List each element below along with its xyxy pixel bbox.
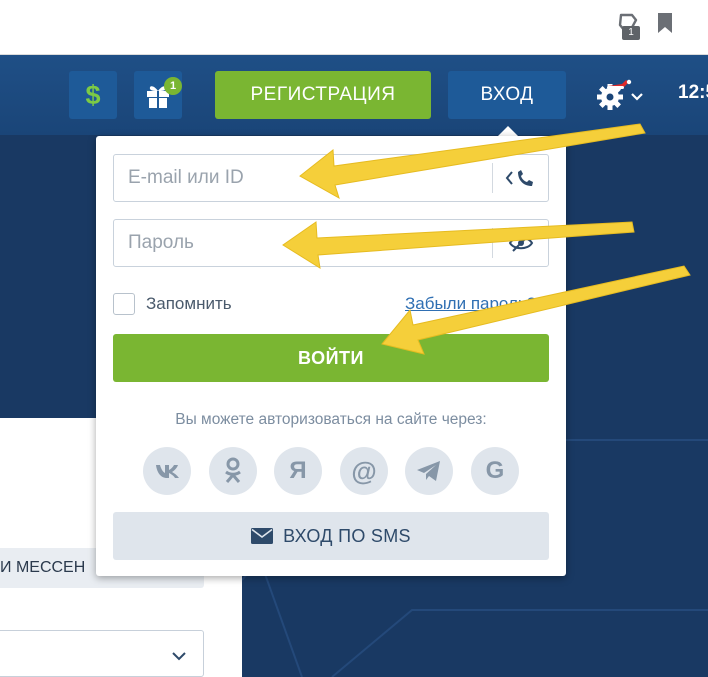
input-divider	[492, 228, 493, 258]
phone-login-toggle-icon[interactable]	[494, 155, 548, 201]
bookmark-icon[interactable]	[656, 12, 674, 34]
password-field[interactable]	[113, 219, 549, 267]
login-button[interactable]: ВХОД	[448, 71, 566, 119]
remember-label: Запомнить	[146, 294, 232, 313]
social-ok-button[interactable]	[209, 447, 257, 495]
social-google-button[interactable]: G	[471, 447, 519, 495]
password-input[interactable]	[114, 220, 490, 266]
mail-at-icon: @	[351, 456, 377, 486]
sms-login-label: ВХОД ПО SMS	[283, 526, 411, 546]
social-telegram-button[interactable]	[405, 447, 453, 495]
sms-login-button[interactable]: ВХОД ПО SMS	[113, 512, 549, 560]
input-divider	[492, 163, 493, 193]
extension-badge: 1	[622, 26, 640, 40]
email-input[interactable]	[114, 155, 490, 201]
odnoklassniki-icon	[225, 457, 241, 483]
social-vk-button[interactable]	[143, 447, 191, 495]
popup-caret	[498, 126, 518, 136]
deposit-button[interactable]: $	[69, 71, 117, 119]
social-yandex-button[interactable]: Я	[274, 447, 322, 495]
gift-badge: 1	[164, 77, 182, 95]
eye-hidden-icon[interactable]	[494, 220, 548, 266]
browser-toolbar	[0, 0, 708, 55]
register-button[interactable]: РЕГИСТРАЦИЯ	[215, 71, 431, 119]
yandex-icon: Я	[289, 457, 307, 484]
telegram-icon	[417, 461, 440, 481]
social-mail-button[interactable]: @	[340, 447, 388, 495]
envelope-icon	[251, 527, 274, 544]
chevron-down-icon	[172, 652, 186, 661]
header-clock: 12:5	[678, 82, 708, 103]
vk-icon	[156, 465, 179, 478]
social-login-caption: Вы можете авторизоваться на сайте через:	[175, 411, 487, 428]
forgot-password-link[interactable]: Забыли пароль?	[405, 294, 536, 314]
email-field[interactable]	[113, 154, 549, 202]
messenger-strip-label: И МЕССЕН	[0, 559, 86, 576]
settings-gear-icon[interactable]	[596, 78, 648, 112]
remember-checkbox[interactable]	[113, 293, 135, 315]
dollar-icon: $	[85, 80, 101, 110]
submit-login-button[interactable]: ВОЙТИ	[113, 334, 549, 382]
google-icon: G	[485, 457, 505, 484]
